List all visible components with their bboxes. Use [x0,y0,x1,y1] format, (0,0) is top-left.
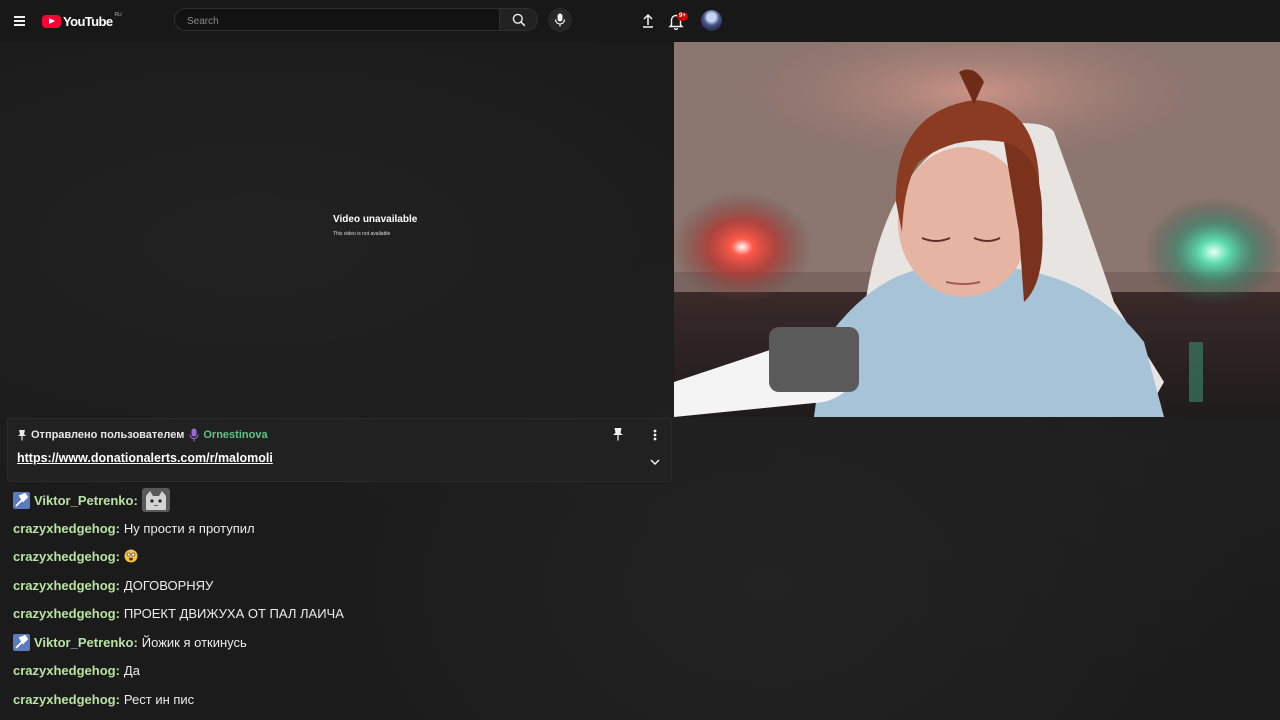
chat-username[interactable]: Viktor_Petrenko: [34,635,138,650]
chat-text: Ну прости я протупил [123,520,255,536]
upload-button[interactable] [638,11,658,31]
logo-text: YouTube [63,13,113,29]
donation-link[interactable]: https://www.donationalerts.com/r/malomol… [17,451,273,465]
chat-message: crazyxhedgehog: ДОГОВОРНЯУ [13,573,213,597]
chevron-down-icon [650,459,660,466]
avatar[interactable] [701,10,722,31]
shocked-face-emoji-icon [124,549,138,563]
search-box [174,8,499,31]
video-unavailable-title: Video unavailable [333,214,418,225]
chat-message: crazyxhedgehog: Ну прости я протупил [13,516,255,540]
moderator-badge-icon [13,491,30,509]
unpin-button[interactable] [612,427,626,441]
chat-message: Viktor_Petrenko: [13,488,174,512]
webcam-image [674,42,1280,417]
more-vertical-icon [653,429,657,441]
chat-username[interactable]: crazyxhedgehog: [13,692,120,707]
search-icon [512,13,526,27]
pinned-header: Отправлено пользователем Ornestinova [17,428,268,442]
webcam-feed [674,42,1280,417]
chat-message: crazyxhedgehog: Рест ин пис [13,687,194,711]
expand-button[interactable] [647,455,663,469]
chat-username[interactable]: crazyxhedgehog: [13,578,120,593]
pinned-prefix: Отправлено пользователем [31,429,185,441]
menu-icon[interactable] [11,11,31,31]
pin-icon [18,430,26,441]
microphone-icon [554,13,566,27]
search-button[interactable] [499,8,538,31]
chat-username[interactable]: Viktor_Petrenko: [34,493,138,508]
microphone-icon [189,428,199,442]
chat-username[interactable]: crazyxhedgehog: [13,606,120,621]
chat-text: Йожик я откинусь [141,634,247,650]
youtube-play-icon [42,14,61,28]
chat-text: Рест ин пис [123,691,195,707]
notification-count-badge: 9+ [677,12,688,21]
chat-username[interactable]: crazyxhedgehog: [13,549,120,564]
chat-username[interactable]: crazyxhedgehog: [13,663,120,678]
upload-icon [643,13,653,28]
chat-text: ДОГОВОРНЯУ [123,577,214,593]
top-bar: YouTube RU 9+ [0,0,1280,42]
pinned-username[interactable]: Ornestinova [203,429,267,441]
chat-text: Да [123,662,140,678]
chat-message: crazyxhedgehog: [13,544,142,568]
pinned-message: Отправлено пользователем Ornestinova htt… [7,418,672,482]
chat-message: Viktor_Petrenko: Йожик я откинусь [13,630,247,654]
pin-icon [613,428,623,441]
logo-region: RU [114,12,122,18]
chat-username[interactable]: crazyxhedgehog: [13,521,120,536]
cat-emote-icon [141,488,170,512]
chat-text: ПРОЕКТ ДВИЖУХА ОТ ПАЛ ЛАИЧА [123,605,344,621]
search-input[interactable] [185,12,489,30]
moderator-badge-icon [13,633,30,651]
video-unavailable-subtitle: This video is not available [333,231,391,237]
voice-search-button[interactable] [548,8,572,32]
chat-message: crazyxhedgehog: ПРОЕКТ ДВИЖУХА ОТ ПАЛ ЛА… [13,601,344,625]
chat-message: crazyxhedgehog: Да [13,658,140,682]
youtube-logo[interactable]: YouTube RU [42,12,122,30]
more-options-button[interactable] [648,427,662,443]
